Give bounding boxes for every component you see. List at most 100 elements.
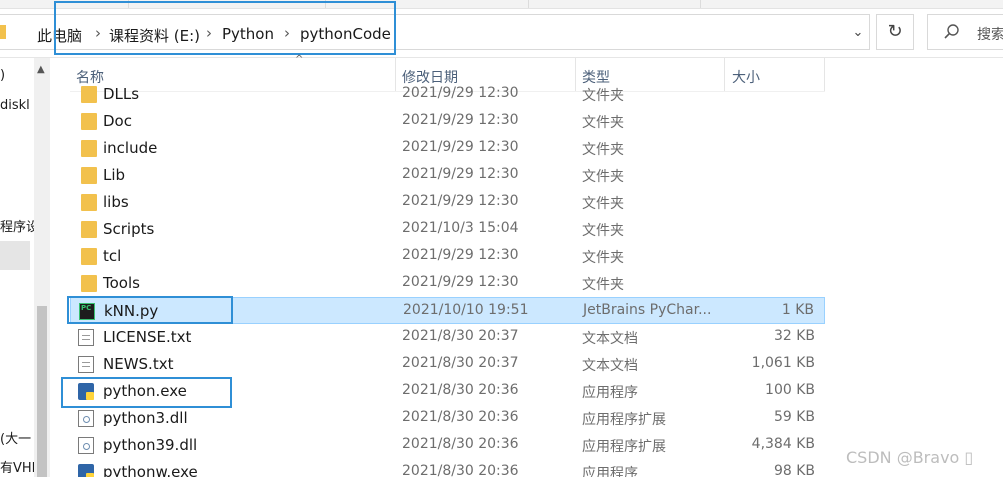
ribbon-tab-divider bbox=[700, 0, 701, 8]
file-modified: 2021/9/29 12:30 bbox=[402, 139, 519, 155]
file-row[interactable]: DLLs 2021/9/29 12:30 文件夹 bbox=[70, 81, 825, 108]
file-size: 1,061 KB bbox=[751, 355, 815, 371]
python-exe-icon bbox=[78, 464, 94, 477]
nav-item[interactable]: 有VHI bbox=[0, 457, 34, 476]
folder-icon bbox=[81, 113, 97, 130]
file-row[interactable]: python3.dll 2021/8/30 20:36 应用程序扩展 59 KB bbox=[70, 405, 825, 432]
folder-icon bbox=[0, 25, 6, 39]
scroll-up-icon[interactable]: ▲ bbox=[37, 64, 45, 75]
file-name: Tools bbox=[103, 274, 140, 292]
file-type: 文件夹 bbox=[582, 115, 624, 131]
file-type: 文件夹 bbox=[582, 277, 624, 293]
file-type: 文件夹 bbox=[582, 169, 624, 185]
file-type: 文件夹 bbox=[582, 250, 624, 266]
nav-item[interactable]: ) bbox=[0, 68, 5, 83]
watermark: CSDN @Bravo ▯ bbox=[846, 448, 974, 467]
nav-item[interactable]: (大一 bbox=[0, 428, 31, 447]
file-type: 文件夹 bbox=[582, 196, 624, 212]
file-name: Scripts bbox=[103, 220, 155, 238]
file-row[interactable]: NEWS.txt 2021/8/30 20:37 文本文档 1,061 KB bbox=[70, 351, 825, 378]
file-modified: 2021/8/30 20:36 bbox=[402, 409, 519, 425]
refresh-icon: ↻ bbox=[887, 21, 903, 42]
nav-item[interactable]: diskl bbox=[0, 98, 30, 113]
file-size: 98 KB bbox=[773, 463, 815, 477]
file-type: 文件夹 bbox=[582, 223, 624, 239]
file-row[interactable]: Tools 2021/9/29 12:30 文件夹 bbox=[70, 270, 825, 297]
file-size: 100 KB bbox=[765, 382, 815, 398]
dll-file-icon bbox=[78, 410, 94, 427]
file-modified: 2021/9/29 12:30 bbox=[402, 85, 519, 101]
folder-icon bbox=[81, 275, 97, 292]
folder-icon bbox=[81, 140, 97, 157]
file-modified: 2021/9/29 12:30 bbox=[402, 274, 519, 290]
file-modified: 2021/9/29 12:30 bbox=[402, 193, 519, 209]
folder-icon bbox=[81, 167, 97, 184]
file-type: 文件夹 bbox=[582, 142, 624, 158]
scrollbar-thumb[interactable] bbox=[37, 306, 47, 477]
annotation-box-python-exe bbox=[61, 377, 232, 408]
file-modified: 2021/8/30 20:36 bbox=[402, 463, 519, 477]
file-modified: 2021/10/10 19:51 bbox=[403, 302, 529, 318]
file-size: 1 KB bbox=[781, 302, 814, 318]
file-type: 文本文档 bbox=[582, 358, 638, 374]
file-row[interactable]: include 2021/9/29 12:30 文件夹 bbox=[70, 135, 825, 162]
nav-item[interactable]: 程序设 bbox=[0, 216, 34, 235]
file-row[interactable]: tcl 2021/9/29 12:30 文件夹 bbox=[70, 243, 825, 270]
file-name: pythonw.exe bbox=[103, 463, 198, 477]
file-modified: 2021/8/30 20:36 bbox=[402, 436, 519, 452]
file-type: 应用程序 bbox=[582, 466, 638, 477]
search-placeholder: 搜索 bbox=[977, 27, 1003, 43]
file-row[interactable]: pythonw.exe 2021/8/30 20:36 应用程序 98 KB bbox=[70, 459, 825, 477]
file-name: LICENSE.txt bbox=[103, 328, 192, 346]
file-type: 应用程序扩展 bbox=[582, 412, 666, 428]
annotation-box-address bbox=[54, 1, 396, 55]
file-row[interactable]: Scripts 2021/10/3 15:04 文件夹 bbox=[70, 216, 825, 243]
file-modified: 2021/8/30 20:37 bbox=[402, 355, 519, 371]
folder-icon bbox=[81, 86, 97, 103]
search-input[interactable]: 搜索 bbox=[927, 14, 1003, 50]
file-name: Lib bbox=[103, 166, 126, 184]
file-modified: 2021/10/3 15:04 bbox=[402, 220, 519, 236]
folder-icon bbox=[81, 221, 97, 238]
nav-item-selected[interactable] bbox=[0, 241, 30, 270]
file-name: python39.dll bbox=[103, 436, 198, 454]
file-size: 59 KB bbox=[773, 409, 815, 425]
folder-icon bbox=[81, 194, 97, 211]
file-name: Doc bbox=[103, 112, 132, 130]
annotation-box-knn bbox=[67, 296, 233, 324]
file-modified: 2021/9/29 12:30 bbox=[402, 247, 519, 263]
file-size: 4,384 KB bbox=[751, 436, 815, 452]
file-type: 应用程序扩展 bbox=[582, 439, 666, 455]
folder-icon bbox=[81, 248, 97, 265]
file-row[interactable]: python39.dll 2021/8/30 20:36 应用程序扩展 4,38… bbox=[70, 432, 825, 459]
file-name: include bbox=[103, 139, 158, 157]
file-modified: 2021/9/29 12:30 bbox=[402, 112, 519, 128]
text-file-icon bbox=[78, 356, 94, 373]
ribbon-tab-divider bbox=[528, 0, 529, 8]
file-name: libs bbox=[103, 193, 129, 211]
file-type: 应用程序 bbox=[582, 385, 638, 401]
file-name: python3.dll bbox=[103, 409, 188, 427]
file-row[interactable]: libs 2021/9/29 12:30 文件夹 bbox=[70, 189, 825, 216]
text-file-icon bbox=[78, 329, 94, 346]
file-name: DLLs bbox=[103, 85, 140, 103]
file-size: 32 KB bbox=[773, 328, 815, 344]
file-list: DLLs 2021/9/29 12:30 文件夹 Doc 2021/9/29 1… bbox=[70, 80, 830, 477]
chevron-down-icon[interactable]: ⌄ bbox=[848, 23, 868, 43]
nav-scrollbar[interactable]: ▲ bbox=[34, 58, 50, 477]
file-modified: 2021/8/30 20:36 bbox=[402, 382, 519, 398]
file-modified: 2021/9/29 12:30 bbox=[402, 166, 519, 182]
file-type: 文件夹 bbox=[582, 88, 624, 104]
file-type: 文本文档 bbox=[582, 331, 638, 347]
file-type: JetBrains PyChar... bbox=[583, 302, 712, 318]
file-row[interactable]: Lib 2021/9/29 12:30 文件夹 bbox=[70, 162, 825, 189]
search-icon bbox=[944, 24, 959, 39]
sort-ascending-icon: ^ bbox=[295, 54, 304, 65]
refresh-button[interactable]: ↻ bbox=[876, 14, 914, 50]
navigation-pane: ) diskl 程序设 (大一 有VHI bbox=[0, 58, 34, 477]
file-row[interactable]: LICENSE.txt 2021/8/30 20:37 文本文档 32 KB bbox=[70, 324, 825, 351]
file-name: NEWS.txt bbox=[103, 355, 174, 373]
file-modified: 2021/8/30 20:37 bbox=[402, 328, 519, 344]
dll-file-icon bbox=[78, 437, 94, 454]
file-row[interactable]: Doc 2021/9/29 12:30 文件夹 bbox=[70, 108, 825, 135]
